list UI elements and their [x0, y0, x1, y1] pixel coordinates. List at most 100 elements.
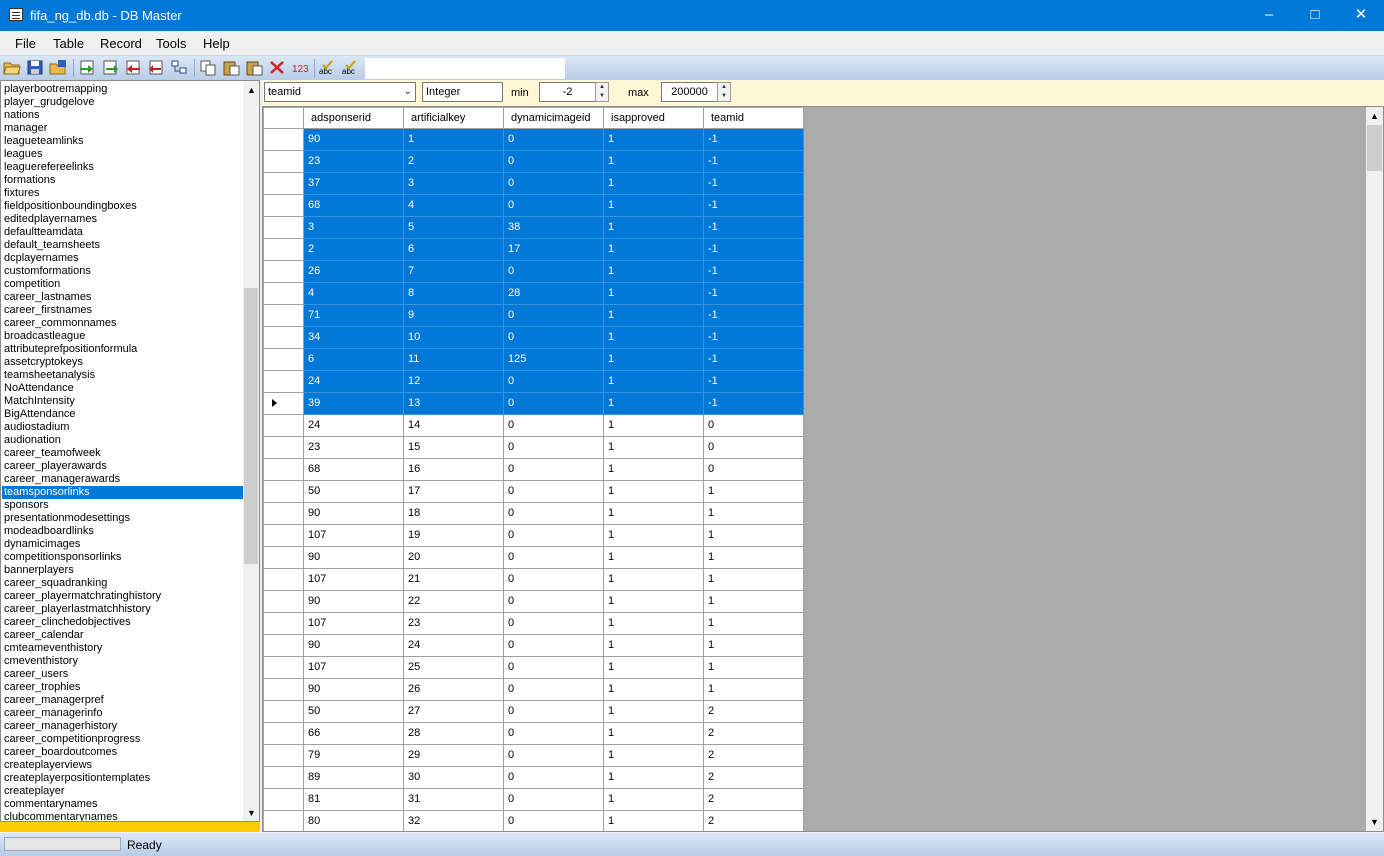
- grid-cell-isapproved[interactable]: 1: [604, 701, 704, 723]
- table-list-item[interactable]: sponsors: [4, 499, 49, 512]
- menu-record[interactable]: Record: [100, 36, 142, 51]
- table-list-item[interactable]: createplayer: [4, 785, 65, 798]
- grid-cell-adsponserid[interactable]: 79: [304, 745, 404, 767]
- import-icon[interactable]: [78, 59, 96, 76]
- table-list-item[interactable]: audiostadium: [4, 421, 69, 434]
- grid-cell-teamid[interactable]: 1: [704, 635, 804, 657]
- grid-cell-teamid[interactable]: 1: [704, 613, 804, 635]
- table-list-item[interactable]: assetcryptokeys: [4, 356, 83, 369]
- grid-cell-dynamicimageid[interactable]: 0: [504, 151, 604, 173]
- table-list-item[interactable]: career_squadranking: [4, 577, 107, 590]
- table-list-item[interactable]: createplayerviews: [4, 759, 92, 772]
- grid-cell-adsponserid[interactable]: 6: [304, 349, 404, 371]
- grid-cell-artificialkey[interactable]: 23: [404, 613, 504, 635]
- row-header[interactable]: [264, 789, 304, 811]
- grid-cell-teamid[interactable]: -1: [704, 151, 804, 173]
- grid-cell-teamid[interactable]: 1: [704, 591, 804, 613]
- open-icon[interactable]: [3, 59, 21, 76]
- table-list-item[interactable]: leaguerefereelinks: [4, 161, 94, 174]
- close-button[interactable]: ✕: [1338, 0, 1384, 31]
- grid-cell-isapproved[interactable]: 1: [604, 723, 704, 745]
- table-list-item[interactable]: cmteameventhistory: [4, 642, 102, 655]
- table-list-item[interactable]: dcplayernames: [4, 252, 79, 265]
- row-header[interactable]: [264, 679, 304, 701]
- menu-tools[interactable]: Tools: [156, 36, 186, 51]
- save-as-icon[interactable]: [49, 59, 67, 76]
- grid-cell-adsponserid[interactable]: 90: [304, 129, 404, 151]
- grid-cell-dynamicimageid[interactable]: 0: [504, 547, 604, 569]
- grid-cell-isapproved[interactable]: 1: [604, 657, 704, 679]
- row-header[interactable]: [264, 569, 304, 591]
- menu-file[interactable]: File: [15, 36, 36, 51]
- grid-cell-adsponserid[interactable]: 26: [304, 261, 404, 283]
- grid-cell-teamid[interactable]: 1: [704, 525, 804, 547]
- export-all-icon[interactable]: [124, 59, 142, 76]
- grid-cell-teamid[interactable]: -1: [704, 173, 804, 195]
- grid-cell-dynamicimageid[interactable]: 0: [504, 679, 604, 701]
- grid-cell-teamid[interactable]: 2: [704, 745, 804, 767]
- grid-cell-dynamicimageid[interactable]: 0: [504, 481, 604, 503]
- grid-cell-artificialkey[interactable]: 8: [404, 283, 504, 305]
- table-list-item[interactable]: career_competitionprogress: [4, 733, 140, 746]
- table-list-item[interactable]: career_managerawards: [4, 473, 120, 486]
- minimize-button[interactable]: –: [1246, 0, 1292, 31]
- grid-cell-isapproved[interactable]: 1: [604, 635, 704, 657]
- table-list-item[interactable]: career_lastnames: [4, 291, 91, 304]
- grid-cell-teamid[interactable]: 1: [704, 503, 804, 525]
- table-list-item[interactable]: career_boardoutcomes: [4, 746, 117, 759]
- grid-cell-isapproved[interactable]: 1: [604, 195, 704, 217]
- grid-cell-adsponserid[interactable]: 24: [304, 371, 404, 393]
- grid-cell-adsponserid[interactable]: 107: [304, 569, 404, 591]
- table-list-item[interactable]: cmeventhistory: [4, 655, 78, 668]
- row-header[interactable]: [264, 129, 304, 151]
- table-list-item[interactable]: editedplayernames: [4, 213, 97, 226]
- min-input[interactable]: -2: [539, 82, 596, 102]
- grid-cell-teamid[interactable]: -1: [704, 129, 804, 151]
- grid-cell-teamid[interactable]: -1: [704, 305, 804, 327]
- table-list-item[interactable]: career_managerhistory: [4, 720, 117, 733]
- row-header[interactable]: [264, 217, 304, 239]
- grid-cell-adsponserid[interactable]: 90: [304, 503, 404, 525]
- grid-cell-dynamicimageid[interactable]: 0: [504, 789, 604, 811]
- grid-cell-dynamicimageid[interactable]: 0: [504, 635, 604, 657]
- column-header-teamid[interactable]: teamid: [704, 108, 804, 129]
- grid-cell-artificialkey[interactable]: 25: [404, 657, 504, 679]
- scroll-up-icon[interactable]: ▲: [247, 85, 256, 95]
- scroll-down-icon[interactable]: ▼: [1370, 817, 1379, 827]
- row-header[interactable]: [264, 349, 304, 371]
- table-list-item[interactable]: fieldpositionboundingboxes: [4, 200, 137, 213]
- grid-cell-adsponserid[interactable]: 89: [304, 767, 404, 789]
- row-header[interactable]: [264, 261, 304, 283]
- grid-cell-artificialkey[interactable]: 18: [404, 503, 504, 525]
- grid-cell-isapproved[interactable]: 1: [604, 349, 704, 371]
- table-list-item[interactable]: bannerplayers: [4, 564, 74, 577]
- table-list-item[interactable]: playerbootremapping: [4, 83, 107, 96]
- max-spinner[interactable]: ▲ ▼: [717, 82, 731, 102]
- grid-cell-isapproved[interactable]: 1: [604, 789, 704, 811]
- grid-cell-dynamicimageid[interactable]: 0: [504, 327, 604, 349]
- grid-cell-artificialkey[interactable]: 5: [404, 217, 504, 239]
- grid-cell-adsponserid[interactable]: 68: [304, 195, 404, 217]
- grid-cell-teamid[interactable]: 0: [704, 437, 804, 459]
- grid-cell-adsponserid[interactable]: 68: [304, 459, 404, 481]
- grid-cell-adsponserid[interactable]: 107: [304, 657, 404, 679]
- grid-cell-artificialkey[interactable]: 26: [404, 679, 504, 701]
- grid-cell-artificialkey[interactable]: 4: [404, 195, 504, 217]
- grid-cell-adsponserid[interactable]: 90: [304, 635, 404, 657]
- grid-cell-teamid[interactable]: -1: [704, 239, 804, 261]
- grid-cell-isapproved[interactable]: 1: [604, 217, 704, 239]
- grid-cell-artificialkey[interactable]: 13: [404, 393, 504, 415]
- import-all-icon[interactable]: [147, 59, 165, 76]
- table-list-item[interactable]: competitionsponsorlinks: [4, 551, 121, 564]
- grid-cell-dynamicimageid[interactable]: 0: [504, 173, 604, 195]
- grid-cell-isapproved[interactable]: 1: [604, 371, 704, 393]
- grid-cell-artificialkey[interactable]: 14: [404, 415, 504, 437]
- table-list-item[interactable]: competition: [4, 278, 60, 291]
- row-header[interactable]: [264, 459, 304, 481]
- grid-cell-teamid[interactable]: 2: [704, 767, 804, 789]
- table-list-item[interactable]: career_managerinfo: [4, 707, 102, 720]
- column-header-artificialkey[interactable]: artificialkey: [404, 108, 504, 129]
- grid-cell-teamid[interactable]: -1: [704, 371, 804, 393]
- table-list-item[interactable]: clubcommentarynames: [4, 811, 118, 821]
- grid-cell-dynamicimageid[interactable]: 0: [504, 503, 604, 525]
